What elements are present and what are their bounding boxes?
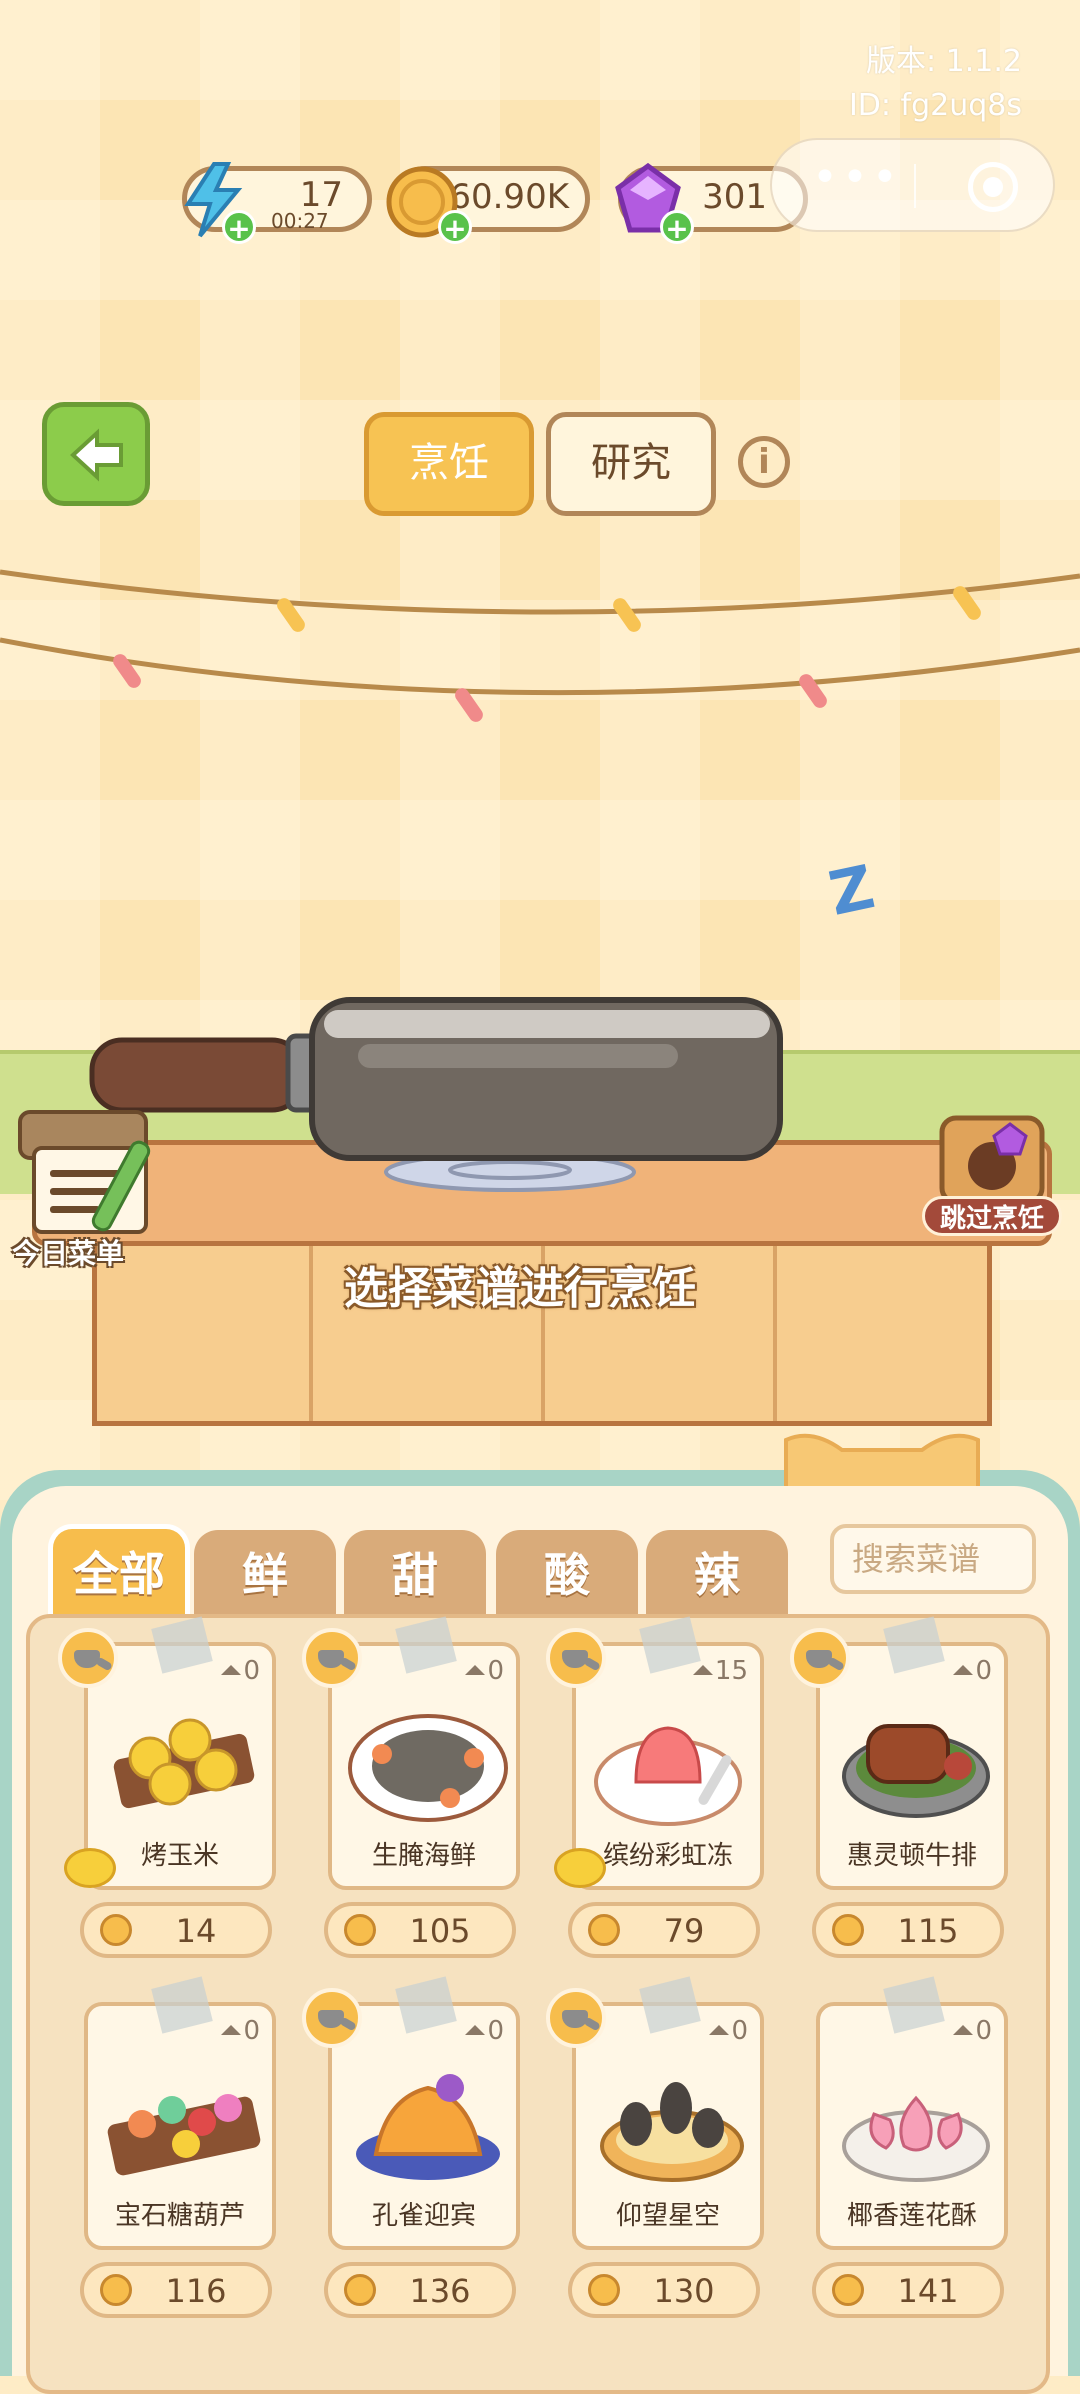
peacock-dish-icon: [356, 2074, 500, 2180]
version-info: 版本: 1.1.2 ID: fg2uq8s: [849, 40, 1022, 128]
category-tab-sweet[interactable]: 甜: [344, 1530, 486, 1616]
category-tab-umami[interactable]: 鲜: [194, 1530, 336, 1616]
owned-count: 0: [953, 2016, 992, 2046]
recipe-price: 105: [324, 1902, 516, 1958]
tab-research[interactable]: 研究: [546, 412, 716, 516]
recipe-price: 14: [80, 1902, 272, 1958]
recipe-card[interactable]: 0 孔雀迎宾: [328, 2002, 520, 2250]
back-arrow-icon: [70, 428, 123, 482]
recipe-price: 79: [568, 1902, 760, 1958]
energy-add-button[interactable]: +: [222, 210, 256, 245]
stargazing-pie-icon: [600, 2082, 744, 2182]
tab-cooking[interactable]: 烹饪: [364, 412, 534, 516]
gem-add-button[interactable]: +: [660, 210, 694, 245]
energy-timer: 00:27: [271, 209, 329, 233]
category-tab-spicy[interactable]: 辣: [646, 1530, 788, 1616]
user-id-label: ID: fg2uq8s: [848, 88, 1022, 123]
owned-count: 0: [953, 1656, 992, 1686]
coin-icon: [832, 1914, 864, 1946]
more-icon[interactable]: •••: [812, 152, 902, 203]
rainbow-jelly-icon: [594, 1726, 742, 1826]
recipe-card[interactable]: 0 仰望星空: [572, 2002, 764, 2250]
cooking-pan-icon: [302, 1988, 362, 2048]
miniprogram-capsule[interactable]: •••: [770, 138, 1055, 232]
lemon-icon: [64, 1848, 116, 1888]
cooking-pan-icon: [58, 1628, 118, 1688]
close-target-icon[interactable]: [968, 162, 1018, 212]
cooking-pan-icon: [302, 1628, 362, 1688]
gem-value: 301: [702, 177, 767, 217]
lotus-pastry-icon: [842, 2095, 990, 2182]
recipe-price: 141: [812, 2262, 1004, 2318]
coin-icon: [344, 2274, 376, 2306]
today-menu-icon[interactable]: [16, 1108, 176, 1238]
recipe-name: 惠灵顿牛排: [846, 1841, 977, 1871]
coin-value: 60.90K: [449, 177, 569, 217]
recipe-name: 宝石糖葫芦: [114, 2201, 245, 2231]
coin-icon: [100, 2274, 132, 2306]
coin-icon: [832, 2274, 864, 2306]
owned-count: 0: [221, 1656, 260, 1686]
owned-count: 0: [465, 2016, 504, 2046]
recipe-card[interactable]: 0 宝石糖葫芦: [84, 2002, 276, 2250]
lemon-icon: [554, 1848, 606, 1888]
recipe-card[interactable]: 0 椰香莲花酥: [816, 2002, 1008, 2250]
cooking-pan-icon: [790, 1628, 850, 1688]
owned-count: 15: [692, 1656, 748, 1686]
seafood-platter-icon: [348, 1714, 508, 1822]
recipe-price: 115: [812, 1902, 1004, 1958]
back-button[interactable]: [42, 402, 150, 506]
skip-cooking-icon[interactable]: [936, 1114, 1048, 1206]
owned-count: 0: [221, 2016, 260, 2046]
frying-pan-icon: [89, 997, 783, 1161]
beef-wellington-icon: [842, 1724, 990, 1818]
recipe-search-input[interactable]: 搜索菜谱: [830, 1524, 1036, 1594]
coin-icon: [588, 2274, 620, 2306]
recipe-card[interactable]: 0 惠灵顿牛排: [816, 1642, 1008, 1890]
cooking-pan-icon: [546, 1628, 606, 1688]
rope-decoration: [0, 569, 1080, 722]
recipe-name: 仰望星空: [615, 2201, 720, 2231]
info-button[interactable]: i: [738, 436, 790, 488]
recipe-card[interactable]: 0 烤玉米: [84, 1642, 276, 1890]
grilled-corn-icon: [113, 1718, 255, 1809]
recipe-card[interactable]: 0 生腌海鲜: [328, 1642, 520, 1890]
recipe-price: 116: [80, 2262, 272, 2318]
cooking-prompt: 选择菜谱进行烹饪: [344, 1263, 696, 1314]
owned-count: 0: [709, 2016, 748, 2046]
cooking-pan-icon: [546, 1988, 606, 2048]
recipe-name: 生腌海鲜: [371, 1841, 476, 1871]
version-label: 版本: 1.1.2: [866, 44, 1022, 79]
recipe-name: 孔雀迎宾: [371, 2201, 476, 2231]
category-tab-sour[interactable]: 酸: [496, 1530, 638, 1616]
recipe-name: 椰香莲花酥: [846, 2201, 977, 2231]
skip-cooking-button[interactable]: 跳过烹饪: [922, 1196, 1062, 1236]
gem-candy-skewer-icon: [107, 2094, 261, 2176]
coin-add-button[interactable]: +: [438, 210, 472, 245]
coin-icon: [588, 1914, 620, 1946]
cat-ears-decoration: [784, 1433, 980, 1492]
capsule-divider: [914, 164, 916, 208]
sleep-z-icon: Z: [823, 852, 881, 930]
recipe-card[interactable]: 15 缤纷彩虹冻: [572, 1642, 764, 1890]
coin-icon: [344, 1914, 376, 1946]
coin-icon: [100, 1914, 132, 1946]
category-tab-all[interactable]: 全部: [48, 1524, 190, 1615]
recipe-price: 130: [568, 2262, 760, 2318]
owned-count: 0: [465, 1656, 504, 1686]
recipe-price: 136: [324, 2262, 516, 2318]
